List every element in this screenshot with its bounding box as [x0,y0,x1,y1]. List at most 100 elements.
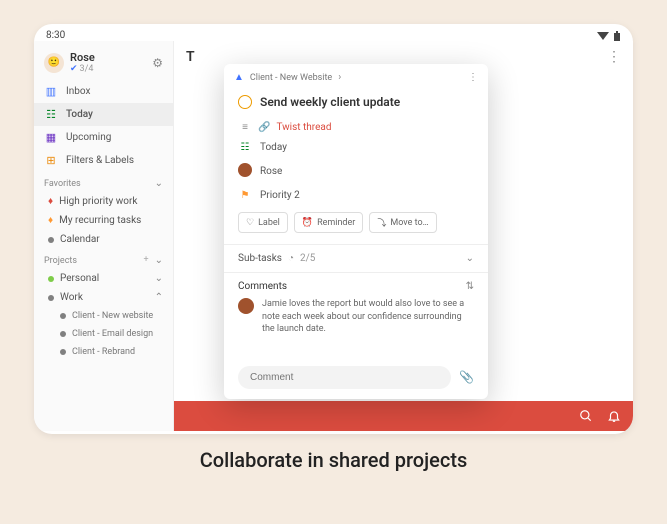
project-dot-icon [60,331,66,337]
bottom-bar [174,401,633,431]
search-icon[interactable] [579,409,593,423]
comment-text: Jamie loves the report but would also lo… [262,298,474,336]
project-dot-icon [60,349,66,355]
project-label: Client - Rebrand [72,347,135,357]
breadcrumb-label: Client - New Website [250,73,332,83]
favorite-item[interactable]: Calendar [34,230,173,249]
favorite-label: My recurring tasks [59,215,141,226]
favorite-label: High priority work [59,196,137,207]
project-label: Client - New website [72,311,153,321]
status-icons [597,31,621,41]
sidebar-item-label: Upcoming [66,132,111,143]
task-date: Today [260,142,287,153]
chevron-down-icon: ⌄ [155,178,163,189]
project-item[interactable]: Client - Email design [34,325,173,343]
project-label: Work [60,292,83,303]
sidebar: 🙂 Rose ✔ 3/4 ⚙ ▥ Inbox ☷ Today ▦ [34,41,174,431]
task-assignee-row[interactable]: Rose [238,158,474,185]
task-description[interactable]: ≡ 🔗 Twist thread [238,118,474,137]
favorite-item[interactable]: ♦ High priority work [34,192,173,211]
bell-icon[interactable] [607,409,621,423]
section-label: Favorites [44,179,81,189]
task-title-row: Send weekly client update [224,91,488,117]
favorite-label: Calendar [60,234,100,245]
project-dot-icon [48,295,54,301]
chevron-down-icon: ⌄ [155,273,163,284]
twist-link: Twist thread [276,122,331,133]
checkbox-icon[interactable] [238,95,252,109]
flag-icon: ⚑ [238,190,252,201]
sidebar-item-today[interactable]: ☷ Today [34,103,173,126]
link-icon: 🔗 [258,122,270,133]
profile-count: ✔ 3/4 [70,64,95,74]
task-chips: ♡ Label ⏰ Reminder ⤵ Move to… [238,206,474,239]
sidebar-item-upcoming[interactable]: ▦ Upcoming [34,126,173,149]
progress-icon: ◔ [288,253,294,264]
clock-icon: ⏰ [302,218,313,228]
sidebar-item-label: Inbox [66,86,90,97]
section-label: Projects [44,256,77,266]
project-item-personal[interactable]: Personal ⌄ [34,269,173,288]
task-detail-modal: ▲ Client - New Website › ⋮ Send weekly c… [224,64,488,399]
calendar-icon: ▦ [44,131,58,144]
more-icon[interactable]: ⋮ [468,72,478,83]
reminder-chip[interactable]: ⏰ Reminder [294,212,364,233]
chevron-up-icon: ⌃ [155,292,163,303]
profile-name: Rose [70,51,95,64]
inbox-icon: ▥ [44,85,58,98]
section-projects[interactable]: Projects + ⌄ [34,249,173,269]
label-chip[interactable]: ♡ Label [238,212,288,233]
calendar-today-icon: ☷ [44,108,58,121]
comment-avatar-icon [238,298,254,314]
task-date-row[interactable]: ☷ Today [238,137,474,158]
filter-icon: ⊞ [44,154,58,167]
flame-icon: ♦ [48,215,53,226]
attach-icon[interactable]: 📎 [459,370,474,384]
project-item[interactable]: Client - New website [34,307,173,325]
section-favorites[interactable]: Favorites ⌄ [34,172,173,192]
chevron-right-icon: › [338,72,341,83]
project-label: Client - Email design [72,329,153,339]
avatar-icon [238,163,252,180]
move-chip[interactable]: ⤵ Move to… [369,212,436,233]
project-item-work[interactable]: Work ⌃ [34,288,173,307]
comments-section: Comments ⇅ Jamie loves the report but wo… [224,272,488,344]
project-item[interactable]: Client - Rebrand [34,343,173,361]
sidebar-item-label: Filters & Labels [66,155,134,166]
more-icon[interactable]: ⋮ [607,49,621,65]
task-title[interactable]: Send weekly client update [260,95,400,109]
sidebar-profile[interactable]: 🙂 Rose ✔ 3/4 ⚙ [34,45,173,80]
status-time: 8:30 [46,30,65,41]
verified-icon: ✔ [70,64,78,74]
project-dot-icon [48,276,54,282]
task-priority: Priority 2 [260,190,300,201]
sidebar-item-filters[interactable]: ⊞ Filters & Labels [34,149,173,172]
battery-icon [613,31,621,41]
comment-item: Jamie loves the report but would also lo… [238,298,474,336]
subtasks-count: 2/5 [300,253,315,264]
project-dot-icon [48,237,54,243]
project-dot-icon [60,313,66,319]
text-icon: ≡ [238,122,252,133]
page-title: T [186,49,195,65]
avatar: 🙂 [44,53,64,73]
favorite-item[interactable]: ♦ My recurring tasks [34,211,173,230]
task-priority-row[interactable]: ⚑ Priority 2 [238,185,474,206]
comment-input[interactable] [238,366,451,389]
sort-icon[interactable]: ⇅ [466,281,474,292]
chevron-down-icon: ⌄ [155,255,163,266]
wifi-icon [597,32,609,40]
flame-icon: ♦ [48,196,53,207]
subtasks-label: Sub-tasks [238,253,282,264]
add-icon[interactable]: + [144,255,149,266]
subtasks-row[interactable]: Sub-tasks ◔ 2/5 ⌄ [224,244,488,272]
status-bar: 8:30 [34,24,633,41]
breadcrumb[interactable]: ▲ Client - New Website › [234,72,468,83]
tag-icon: ♡ [246,218,254,228]
chevron-down-icon: ⌄ [466,253,474,264]
tablet-frame: 8:30 🙂 Rose ✔ 3/4 ⚙ [34,24,633,434]
sidebar-item-inbox[interactable]: ▥ Inbox [34,80,173,103]
sidebar-item-label: Today [66,109,93,120]
modal-header: ▲ Client - New Website › ⋮ [224,64,488,91]
gear-icon[interactable]: ⚙ [152,56,163,70]
